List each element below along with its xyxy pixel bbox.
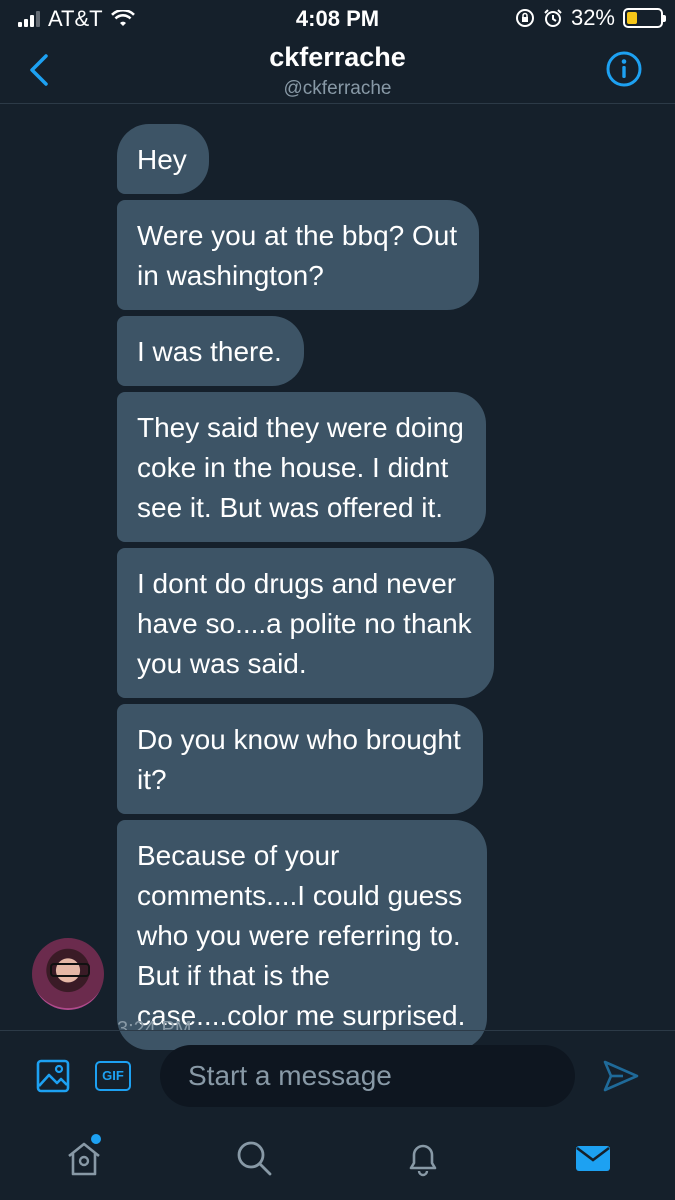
battery-level (627, 12, 638, 24)
battery-percent: 32% (570, 5, 615, 30)
message-bubble[interactable]: I dont do drugs and never have so....a p… (117, 548, 494, 698)
dm-conversation-screen: AT&T 4:08 PM 32% ckferrache @ckferrache … (0, 0, 675, 1200)
bottom-tab-bar (0, 1122, 675, 1200)
sender-avatar[interactable] (32, 938, 104, 1010)
message-composer: GIF Start a message (0, 1030, 675, 1122)
bell-icon (409, 1144, 437, 1177)
tab-messages[interactable] (573, 1138, 613, 1178)
message-bubble[interactable]: I was there. (117, 316, 304, 386)
status-bar: AT&T 4:08 PM 32% (0, 0, 675, 36)
message-timestamp: 3:24 PM (117, 1018, 192, 1030)
rotation-lock-icon (515, 9, 534, 27)
message-bubble[interactable]: Do you know who brought it? (117, 704, 483, 814)
conversation-handle: @ckferrache (283, 78, 392, 99)
tab-home[interactable] (64, 1134, 104, 1178)
gif-button[interactable]: GIF (95, 1061, 131, 1091)
message-bubble[interactable]: Because of your comments....I could gues… (117, 820, 488, 1050)
message-input[interactable]: Start a message (160, 1045, 575, 1107)
search-icon (237, 1141, 272, 1176)
message-bubble[interactable]: Hey (117, 124, 209, 194)
message-bubble[interactable]: Were you at the bbq? Out in washington? (117, 200, 480, 310)
tab-notifications[interactable] (403, 1138, 443, 1178)
mail-icon (576, 1146, 610, 1171)
message-bubble[interactable]: They said they were doing coke in the ho… (117, 392, 486, 542)
info-icon[interactable] (605, 50, 643, 88)
new-content-dot (91, 1134, 101, 1144)
tab-search[interactable] (234, 1138, 274, 1178)
image-icon[interactable] (36, 1059, 70, 1093)
home-icon (68, 1142, 100, 1176)
status-right: 32% (515, 5, 666, 31)
conversation-header: ckferrache @ckferrache (0, 36, 675, 104)
conversation-title[interactable]: ckferrache (0, 42, 675, 73)
alarm-icon (544, 9, 562, 27)
battery-icon (623, 8, 666, 28)
message-list: Hey Were you at the bbq? Out in washingt… (117, 124, 557, 1056)
send-icon[interactable] (603, 1059, 639, 1093)
